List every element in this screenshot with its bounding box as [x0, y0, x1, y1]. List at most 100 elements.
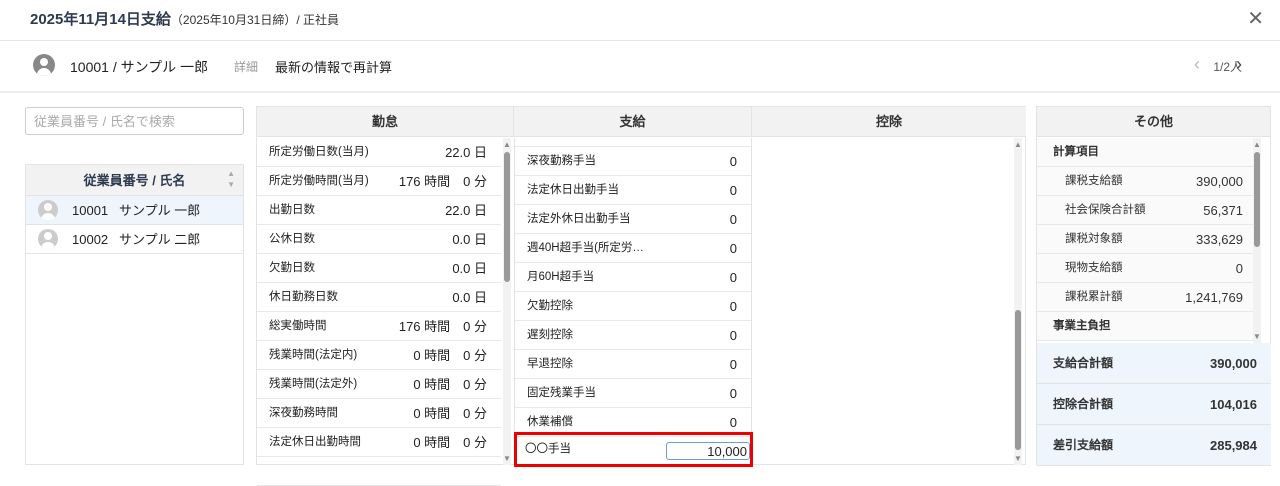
attendance-row: 出勤日数 22.0 日 — [257, 196, 501, 225]
prev-employee-icon[interactable]: ‹ — [1194, 54, 1200, 75]
row-value: 176 時間 0 分 — [398, 174, 487, 189]
payment-row: 週40H超手当(所定労… 0 — [515, 234, 751, 263]
row-label: 固定残業手当 — [527, 387, 596, 399]
attendance-row-partial — [257, 457, 501, 486]
employee-row[interactable]: 10002 サンプル 二郎 — [26, 225, 243, 254]
row-label: 差引支給額 — [1053, 438, 1114, 452]
avatar-icon — [38, 200, 58, 220]
row-label: 深夜勤務時間 — [269, 407, 338, 419]
other-row: 課税支給額 390,000 — [1037, 167, 1253, 196]
row-label: 法定外休日出勤手当 — [527, 213, 631, 225]
row-label: 事業主負担 — [1053, 320, 1111, 332]
row-label: 課税累計額 — [1065, 291, 1123, 303]
payment-row: 早退控除 0 — [515, 350, 751, 379]
employee-row[interactable]: 10001 サンプル 一郎 — [26, 196, 243, 225]
attendance-row: 法定休日出勤時間 0 時間 0 分 — [257, 428, 501, 457]
row-value: 1,241,769 — [1185, 290, 1243, 305]
column-other: その他 — [1037, 107, 1270, 137]
column-deduction: 控除 — [752, 107, 1026, 137]
attendance-row: 公休日数 0.0 日 — [257, 225, 501, 254]
row-value: 0 — [729, 212, 737, 227]
other-row: 社会保険合計額 56,371 — [1037, 196, 1253, 225]
allowance-amount-input[interactable] — [666, 442, 750, 460]
close-icon[interactable]: ✕ — [1247, 6, 1264, 31]
row-label: 遅刻控除 — [527, 329, 573, 341]
row-label: 総実働時間 — [269, 320, 327, 332]
row-value: 0 — [729, 357, 737, 372]
row-value: 0 — [729, 299, 737, 314]
total-row: 支給合計額 390,000 — [1037, 343, 1271, 384]
row-label: 公休日数 — [269, 233, 315, 245]
row-label: 所定労働日数(当月) — [269, 146, 369, 158]
row-label: 週40H超手当(所定労… — [527, 242, 644, 254]
row-label: 早退控除 — [527, 358, 573, 370]
row-value: 0 — [729, 328, 737, 343]
other-row: 課税累計額 1,241,769 — [1037, 283, 1253, 312]
attendance-scrollbar[interactable]: ▲ ▼ — [503, 138, 511, 465]
payment-row: 固定残業手当 0 — [515, 379, 751, 408]
divider — [0, 91, 1280, 93]
attendance-row: 所定労働日数(当月) 22.0 日 — [257, 138, 501, 167]
row-label: 計算項目 — [1053, 146, 1099, 158]
row-label: 月60H超手当 — [527, 271, 595, 283]
row-value: 0.0 日 — [452, 232, 487, 247]
row-label: 支給合計額 — [1053, 356, 1114, 370]
row-label: 課税支給額 — [1065, 175, 1123, 187]
row-value: 0 時間 0 分 — [413, 406, 487, 421]
other-scrollbar[interactable]: ▲ ▼ — [1253, 138, 1261, 343]
recalc-button[interactable]: 最新の情報で再計算 — [275, 57, 392, 76]
sort-icon[interactable]: ▲ ▼ — [227, 168, 235, 190]
payment-row: 深夜勤務手当 0 — [515, 147, 751, 176]
payroll-table: 勤怠 支給 控除 所定労働日数(当月) 22.0 日所定労働時間(当月) 176 時… — [256, 106, 1026, 486]
row-label: 出勤日数 — [269, 204, 315, 216]
row-value: 56,371 — [1203, 203, 1243, 218]
row-value: 285,984 — [1210, 438, 1257, 453]
row-value: 0 時間 0 分 — [413, 377, 487, 392]
row-value: 390,000 — [1196, 174, 1243, 189]
deduction-scrollbar[interactable]: ▲ ▼ — [1014, 138, 1022, 465]
row-label: 現物支給額 — [1065, 262, 1123, 274]
employee-list: 従業員番号 / 氏名 ▲ ▼ 10001 サンプル 一郎 10002 サンプル 二郎 — [25, 164, 244, 465]
row-value: 0 — [729, 270, 737, 285]
detail-link[interactable]: 詳細 — [234, 58, 258, 75]
avatar-icon — [33, 54, 55, 76]
row-label: 欠勤控除 — [527, 300, 573, 312]
row-value: 0 — [729, 386, 737, 401]
attendance-row: 休日勤務日数 0.0 日 — [257, 283, 501, 312]
row-label: 欠勤日数 — [269, 262, 315, 274]
attendance-row: 深夜勤務時間 0 時間 0 分 — [257, 399, 501, 428]
column-attendance: 勤怠 — [257, 107, 514, 137]
row-label: 社会保険合計額 — [1065, 204, 1146, 216]
row-value: 0.0 日 — [452, 290, 487, 305]
page-title: 2025年11月14日支給（2025年10月31日締）/ 正社員 — [30, 11, 339, 28]
current-employee: 10001 / サンプル 一郎 — [70, 59, 209, 75]
payment-row: 月60H超手当 0 — [515, 263, 751, 292]
row-label: 法定休日出勤手当 — [527, 184, 619, 196]
payment-row: 法定休日出勤手当 0 — [515, 176, 751, 205]
row-label: 法定休日出勤時間 — [269, 436, 361, 448]
row-label: 残業時間(法定外) — [269, 378, 358, 390]
row-value: 22.0 日 — [445, 203, 487, 218]
employee-search-input[interactable] — [25, 107, 244, 135]
payment-row: 欠勤控除 0 — [515, 292, 751, 321]
attendance-row: 残業時間(法定外) 0 時間 0 分 — [257, 370, 501, 399]
row-value: 0 時間 0 分 — [413, 348, 487, 363]
total-row: 差引支給額 285,984 — [1037, 425, 1271, 466]
payment-column: 深夜勤務手当 0 法定休日出勤手当 0 法定外休日出勤手当 0 週40H超手当(所定労… 0 月… — [514, 138, 752, 465]
avatar-icon — [38, 229, 58, 249]
row-value: 0.0 日 — [452, 261, 487, 276]
row-value: 104,016 — [1210, 397, 1257, 412]
attendance-row: 欠勤日数 0.0 日 — [257, 254, 501, 283]
row-label: 所定労働時間(当月) — [269, 175, 369, 187]
other-row: 課税対象額 333,629 — [1037, 225, 1253, 254]
payment-row: 遅刻控除 0 — [515, 321, 751, 350]
next-employee-icon[interactable]: › — [1236, 54, 1242, 75]
row-value: 0 — [729, 183, 737, 198]
row-value: 22.0 日 — [445, 145, 487, 160]
attendance-row: 残業時間(法定内) 0 時間 0 分 — [257, 341, 501, 370]
row-value: 390,000 — [1210, 356, 1257, 371]
row-label: 休日勤務日数 — [269, 291, 338, 303]
other-panel: その他 計算項目課税支給額 390,000 社会保険合計額 56,371 課税対象額 33… — [1036, 106, 1271, 466]
row-value: 333,629 — [1196, 232, 1243, 247]
employee-list-header[interactable]: 従業員番号 / 氏名 ▲ ▼ — [26, 165, 243, 196]
